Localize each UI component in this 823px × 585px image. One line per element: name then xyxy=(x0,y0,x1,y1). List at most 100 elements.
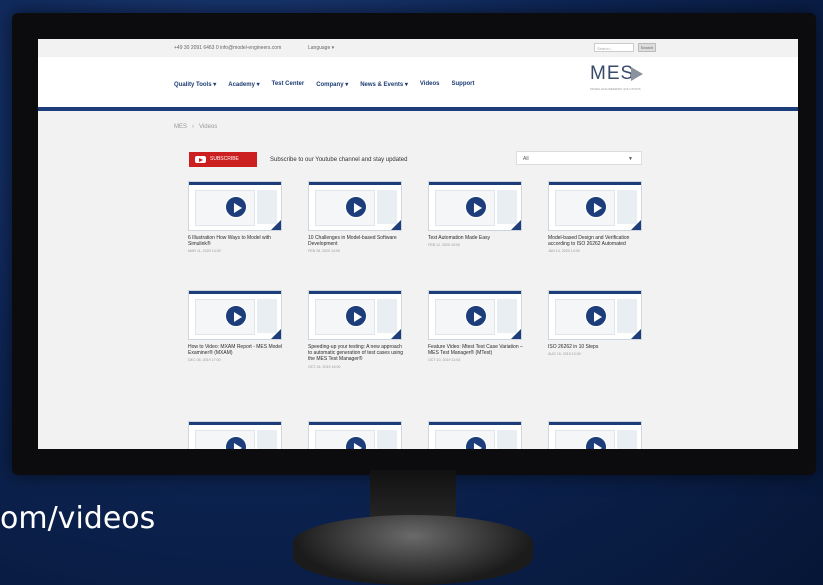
breadcrumb-current: Videos xyxy=(199,124,218,130)
main-nav: Quality Tools ▾ Academy ▾ Test Center Co… xyxy=(174,81,474,88)
thumbnail-bar xyxy=(549,291,641,294)
video-title[interactable]: How to Video: MXAM Report - MES Model Ex… xyxy=(188,344,284,364)
language-dropdown[interactable]: Language ▾ xyxy=(308,45,334,51)
monitor-bezel: +49 30 2091 6463 0 info@model-engineers.… xyxy=(12,13,816,475)
video-date: OCT 24, 2019 16:00 xyxy=(308,364,341,369)
thumbnail-corner xyxy=(391,220,401,230)
video-title[interactable]: ISO 26262 in 10 Steps AUG 15, 2019 10:00 xyxy=(548,344,644,357)
video-title-text: How to Video: MXAM Report - MES Model Ex… xyxy=(188,344,283,357)
thumbnail-panel xyxy=(257,299,277,333)
video-title[interactable]: 6 Illustration How Ways to Model with Si… xyxy=(188,235,284,255)
thumbnail-corner xyxy=(511,329,521,339)
contact-info: +49 30 2091 6463 0 info@model-engineers.… xyxy=(174,45,282,51)
nav-news-events[interactable]: News & Events ▾ xyxy=(360,81,408,88)
video-title-text: Speeding-up your testing: A new approach… xyxy=(308,344,404,363)
play-icon[interactable] xyxy=(585,305,607,327)
thumbnail-panel xyxy=(377,190,397,224)
breadcrumb: MES › Videos xyxy=(174,124,217,130)
thumbnail-bar xyxy=(429,422,521,425)
thumbnail-corner xyxy=(631,329,641,339)
top-bar: +49 30 2091 6463 0 info@model-engineers.… xyxy=(38,39,798,57)
video-title-text: ISO 26262 in 10 Steps xyxy=(548,344,599,350)
video-thumbnail[interactable] xyxy=(308,181,402,231)
video-thumbnail[interactable] xyxy=(188,290,282,340)
logo-text: MES xyxy=(590,63,635,84)
video-thumbnail[interactable] xyxy=(548,421,642,449)
video-thumbnail[interactable] xyxy=(188,421,282,449)
caption-url: om/videos xyxy=(0,501,156,536)
nav-videos[interactable]: Videos xyxy=(420,81,440,88)
video-title-text: 10 Challenges in Model-based Software De… xyxy=(308,235,397,248)
video-thumbnail[interactable] xyxy=(188,181,282,231)
video-thumbnail[interactable] xyxy=(308,290,402,340)
video-title[interactable]: 10 Challenges in Model-based Software De… xyxy=(308,235,404,255)
video-date: AUG 15, 2019 10:00 xyxy=(548,352,581,357)
video-thumbnail[interactable] xyxy=(308,421,402,449)
video-thumbnail[interactable] xyxy=(548,290,642,340)
video-thumbnail[interactable] xyxy=(428,421,522,449)
thumbnail-bar xyxy=(549,182,641,185)
thumbnail-panel xyxy=(377,299,397,333)
video-title-text: Test Automation Made Easy xyxy=(428,235,490,241)
youtube-icon xyxy=(195,156,206,163)
thumbnail-corner xyxy=(631,220,641,230)
mes-logo[interactable]: MES MODEL ENGINEERING SOLUTIONS xyxy=(590,63,643,91)
nav-academy[interactable]: Academy ▾ xyxy=(228,81,259,88)
play-icon[interactable] xyxy=(225,305,247,327)
breadcrumb-separator: › xyxy=(192,124,195,130)
video-title-text: Feature Video: Mtest Test Case Variation… xyxy=(428,344,523,357)
nav-support[interactable]: Support xyxy=(451,81,474,88)
thumbnail-bar xyxy=(429,291,521,294)
category-filter-select[interactable]: All ▼ xyxy=(516,151,642,165)
search-button[interactable]: Search xyxy=(638,43,656,52)
thumbnail-bar xyxy=(309,182,401,185)
play-icon[interactable] xyxy=(345,196,367,218)
thumbnail-bar xyxy=(189,182,281,185)
video-date: MAR 11, 2020 14:00 xyxy=(188,249,221,254)
subscribe-label: SUBSCRIBE xyxy=(210,156,239,162)
play-icon[interactable] xyxy=(465,305,487,327)
thumbnail-bar xyxy=(189,291,281,294)
play-icon[interactable] xyxy=(225,196,247,218)
thumbnail-corner xyxy=(391,329,401,339)
site-header: Quality Tools ▾ Academy ▾ Test Center Co… xyxy=(38,57,798,107)
play-icon[interactable] xyxy=(345,305,367,327)
video-title[interactable]: Test Automation Made Easy FEB 12, 2020 15… xyxy=(428,235,524,248)
video-thumbnail[interactable] xyxy=(428,290,522,340)
video-title[interactable]: Model-based Design and Verification acco… xyxy=(548,235,644,255)
video-title[interactable]: Speeding-up your testing: A new approach… xyxy=(308,344,404,370)
nav-company[interactable]: Company ▾ xyxy=(316,81,348,88)
video-title-text: 6 Illustration How Ways to Model with Si… xyxy=(188,235,271,248)
thumbnail-panel xyxy=(257,190,277,224)
thumbnail-corner xyxy=(271,220,281,230)
play-icon[interactable] xyxy=(585,196,607,218)
thumbnail-panel xyxy=(497,299,517,333)
video-date: DEC 06, 2019 17:00 xyxy=(188,358,221,363)
thumbnail-corner xyxy=(271,329,281,339)
thumbnail-panel xyxy=(617,430,637,449)
thumbnail-panel xyxy=(617,190,637,224)
thumbnail-panel xyxy=(497,430,517,449)
video-thumbnail[interactable] xyxy=(548,181,642,231)
header-divider xyxy=(38,107,798,111)
thumbnail-bar xyxy=(549,422,641,425)
thumbnail-panel xyxy=(377,430,397,449)
play-icon[interactable] xyxy=(465,196,487,218)
nav-quality-tools[interactable]: Quality Tools ▾ xyxy=(174,81,216,88)
video-date: JAN 14, 2020 14:00 xyxy=(548,249,580,254)
monitor-stand-base xyxy=(293,515,533,585)
logo-arrow-icon xyxy=(631,67,643,81)
thumbnail-corner xyxy=(511,220,521,230)
thumbnail-bar xyxy=(309,422,401,425)
youtube-subscribe-button[interactable]: SUBSCRIBE xyxy=(189,152,257,167)
video-date: FEB 28, 2020 14:00 xyxy=(308,249,340,254)
video-thumbnail[interactable] xyxy=(428,181,522,231)
nav-test-center[interactable]: Test Center xyxy=(272,81,305,88)
video-title[interactable]: Feature Video: Mtest Test Case Variation… xyxy=(428,344,524,364)
thumbnail-bar xyxy=(189,422,281,425)
filter-value: All xyxy=(523,156,529,162)
video-date: FEB 12, 2020 15:00 xyxy=(428,243,460,248)
breadcrumb-home[interactable]: MES xyxy=(174,124,187,130)
search-input[interactable]: Search... xyxy=(594,43,634,52)
thumbnail-panel xyxy=(497,190,517,224)
